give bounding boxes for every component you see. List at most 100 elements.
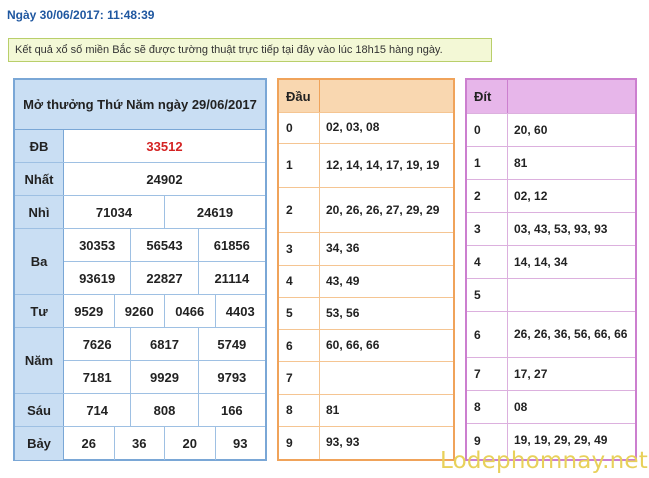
dau-digit: 5	[279, 297, 320, 330]
dau-values: 93, 93	[326, 435, 360, 450]
dau-digit: 8	[279, 394, 320, 426]
dau-digit: 9	[279, 426, 320, 459]
dit-digit: 5	[467, 279, 508, 311]
dau-digit: 7	[279, 362, 320, 394]
dit-values: 14, 14, 34	[514, 254, 568, 269]
prize-number: 24619	[164, 196, 265, 228]
prize-number: 56543	[130, 229, 197, 261]
dau-digit: 4	[279, 265, 320, 297]
dau-header-label: Đầu	[279, 80, 320, 113]
prize-number: 22827	[130, 262, 197, 294]
prize-row: Sáu 714 808 166	[15, 394, 265, 427]
dit-values: 08	[514, 399, 528, 414]
dit-digit: 2	[467, 180, 508, 212]
prize-row: Năm 7626 6817 5749 7181 9929 9793	[15, 328, 265, 394]
dau-values: 81	[326, 402, 340, 417]
dit-row: 6 26, 26, 36, 56, 66, 66	[467, 312, 635, 358]
results-table: Mở thưởng Thứ Năm ngày 29/06/2017 ĐB 3351…	[13, 78, 267, 461]
dau-row: 2 20, 26, 26, 27, 29, 29	[279, 188, 453, 234]
dit-values: 03, 43, 53, 93, 93	[514, 221, 608, 236]
prize-label: Tư	[15, 295, 64, 327]
dit-values: 20, 60	[514, 122, 548, 137]
dau-values: 34, 36	[326, 241, 360, 256]
prize-number: 9929	[130, 361, 197, 393]
prize-label: Bảy	[15, 427, 64, 460]
dau-digit: 1	[279, 143, 320, 188]
prize-number: 9260	[113, 295, 165, 327]
prize-number: 7626	[82, 336, 112, 352]
dau-digit: 0	[279, 113, 320, 143]
prize-label: Ba	[15, 229, 64, 294]
dau-values: 43, 49	[326, 273, 360, 288]
live-notice: Kết quả xổ số miền Bắc sẽ được tường thu…	[8, 38, 492, 62]
prize-number: 20	[164, 427, 215, 460]
dit-values	[508, 279, 635, 311]
prize-row: Ba 30353 56543 61856 93619 22827 21114	[15, 229, 265, 295]
dau-row: 4 43, 49	[279, 265, 453, 298]
dau-row: 5 53, 56	[279, 297, 453, 331]
dit-values: 26, 26, 36, 56, 66, 66	[514, 327, 628, 341]
prize-number: 36	[113, 427, 165, 460]
dau-row: 7	[279, 362, 453, 395]
dit-row: 2 02, 12	[467, 180, 635, 213]
prize-number: 9529	[74, 303, 104, 319]
dit-row: 1 81	[467, 147, 635, 180]
prize-label: Nhì	[15, 196, 64, 228]
prize-number: 26	[81, 436, 96, 451]
dit-digit: 7	[467, 358, 508, 390]
dau-values: 60, 66, 66	[326, 338, 380, 353]
dau-values: 02, 03, 08	[326, 120, 380, 135]
dau-header-row: Đầu	[279, 80, 453, 114]
dit-digit: 6	[467, 312, 508, 357]
prize-number: 30353	[79, 237, 116, 253]
prize-label: Năm	[15, 328, 64, 393]
dit-digit: 1	[467, 147, 508, 179]
dit-header-label: Đít	[467, 80, 508, 113]
dau-values: 53, 56	[326, 305, 360, 320]
dit-header-row: Đít	[467, 80, 635, 114]
dau-row: 8 81	[279, 394, 453, 427]
dau-row: 0 02, 03, 08	[279, 113, 453, 144]
dau-row: 1 12, 14, 14, 17, 19, 19	[279, 143, 453, 189]
dit-values: 02, 12	[514, 188, 548, 203]
special-prize-number: 33512	[146, 138, 183, 154]
prize-row: Bảy 26 36 20 93	[15, 427, 265, 460]
prize-number: 24902	[146, 171, 183, 187]
prize-row: Nhất 24902	[15, 163, 265, 196]
prize-row: ĐB 33512	[15, 130, 265, 163]
prize-row: Nhì 71034 24619	[15, 196, 265, 229]
dau-header-blank	[320, 80, 453, 112]
prize-number: 714	[86, 402, 109, 418]
dit-row: 5	[467, 279, 635, 312]
dau-digit: 2	[279, 188, 320, 233]
dau-values	[320, 362, 453, 393]
prize-label: Sáu	[15, 394, 64, 426]
datetime-label: Ngày 30/06/2017: 11:48:39	[7, 8, 155, 22]
dit-values: 81	[514, 155, 528, 170]
prize-label: ĐB	[15, 130, 64, 162]
prize-number: 166	[197, 394, 265, 426]
dit-row: 0 20, 60	[467, 114, 635, 147]
dit-row: 7 17, 27	[467, 358, 635, 391]
dau-table: Đầu 0 02, 03, 08 1 12, 14, 14, 17, 19, 19 2 20…	[277, 78, 455, 461]
dit-digit: 8	[467, 391, 508, 423]
dit-table: Đít 0 20, 60 1 81 2 02, 12 3 03, 43, 53, 93, 93 4…	[465, 78, 637, 461]
dit-row: 4 14, 14, 34	[467, 246, 635, 279]
dit-digit: 0	[467, 114, 508, 146]
prize-label: Nhất	[15, 163, 64, 195]
dit-row: 8 08	[467, 391, 635, 424]
prize-number: 0466	[164, 295, 215, 327]
dau-row: 3 34, 36	[279, 233, 453, 266]
prize-row: Tư 9529 9260 0466 4403	[15, 295, 265, 328]
dau-row: 9 93, 93	[279, 426, 453, 459]
prize-number: 61856	[197, 229, 265, 261]
prize-number: 71034	[95, 204, 133, 220]
results-title: Mở thưởng Thứ Năm ngày 29/06/2017	[15, 80, 265, 130]
prize-number: 93	[214, 427, 266, 460]
prize-number: 808	[130, 394, 197, 426]
dau-digit: 3	[279, 233, 320, 265]
prize-number: 21114	[197, 262, 265, 294]
dau-row: 6 60, 66, 66	[279, 330, 453, 363]
prize-number: 5749	[197, 328, 265, 360]
dit-header-blank	[508, 80, 635, 113]
